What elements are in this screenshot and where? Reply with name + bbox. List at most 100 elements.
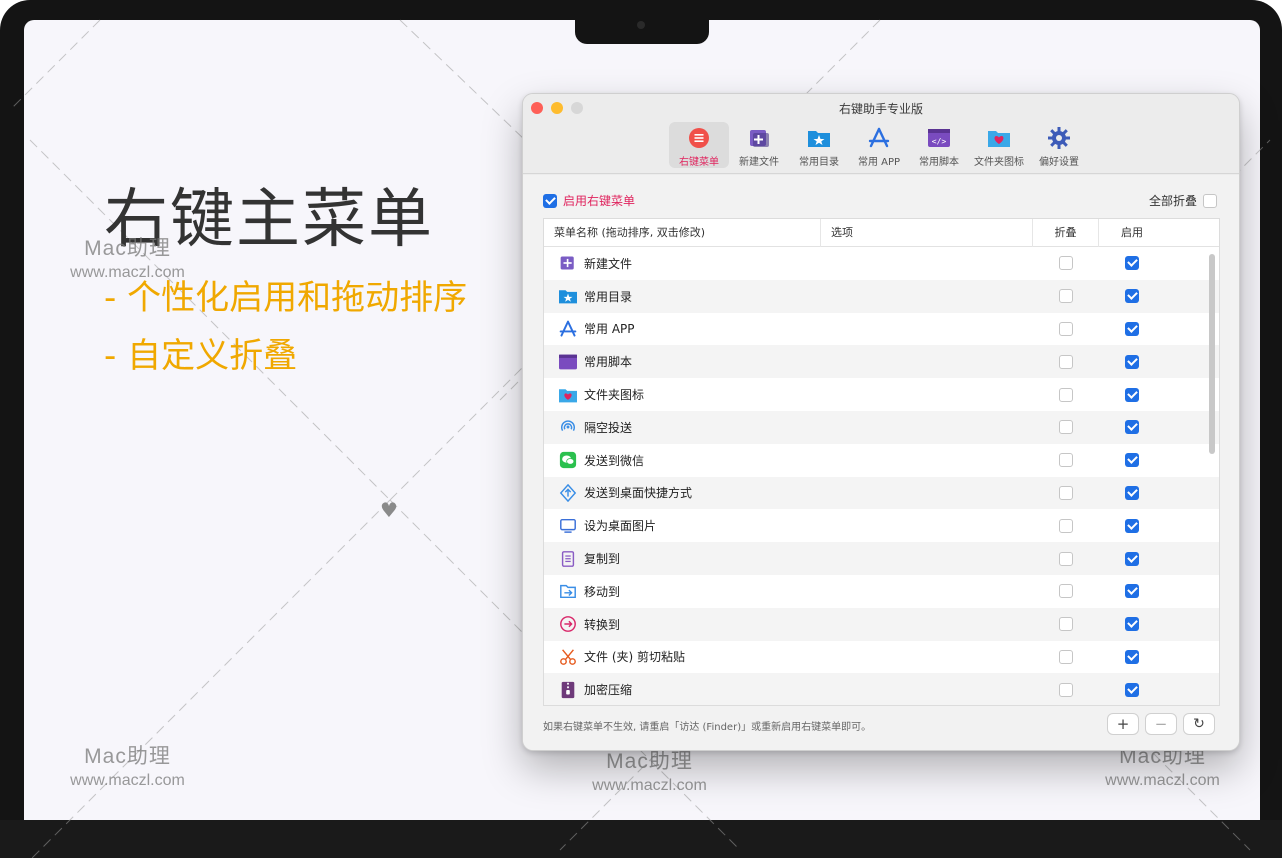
cell-name[interactable]: 复制到 [544,549,1033,569]
enable-menu-toggle[interactable]: 启用右键菜单 [543,192,635,209]
cell-name[interactable]: 常用 APP [544,319,1033,339]
column-header-name[interactable]: 菜单名称 (拖动排序, 双击修改) [544,219,821,247]
new-file-icon [747,126,771,150]
enable-checkbox[interactable] [1125,617,1139,632]
fold-checkbox[interactable] [1059,518,1073,533]
cell-name[interactable]: 设为桌面图片 [544,516,1033,536]
fold-checkbox[interactable] [1059,649,1073,664]
cell-name[interactable]: 发送到桌面快捷方式 [544,483,1033,503]
app-window: 右键助手专业版 右键菜单 新建文件 常用目录 常用 APP </> 常用脚本 文… [522,93,1240,751]
column-header-enable[interactable]: 启用 [1099,219,1165,247]
cell-enable [1099,649,1165,664]
fold-checkbox[interactable] [1059,321,1073,336]
enable-checkbox[interactable] [1125,256,1139,271]
cell-fold [1033,387,1099,402]
enable-checkbox[interactable] [1125,485,1139,500]
tab-right-click-menu[interactable]: 右键菜单 [669,122,729,168]
cell-enable [1099,485,1165,500]
fold-checkbox[interactable] [1059,256,1073,271]
folder-star-icon [807,126,831,150]
fold-checkbox[interactable] [1059,617,1073,632]
cell-name[interactable]: 常用目录 [544,286,1033,306]
tab-preferences[interactable]: 偏好设置 [1029,122,1089,168]
table-row[interactable]: 常用脚本 [544,345,1219,379]
fold-checkbox[interactable] [1059,289,1073,304]
tab-common-apps[interactable]: 常用 APP [849,122,909,168]
laptop-base [0,820,1282,858]
table-row[interactable]: 移动到 [544,575,1219,608]
fold-checkbox[interactable] [1059,551,1073,566]
app-store-icon [558,319,578,339]
enable-menu-checkbox[interactable] [543,193,557,208]
cell-enable [1099,518,1165,533]
fold-all-label: 全部折叠 [1148,194,1197,208]
cell-name[interactable]: 文件 (夹) 剪切粘贴 [544,647,1033,667]
table-row[interactable]: 新建文件 [544,247,1219,280]
fold-checkbox[interactable] [1059,420,1073,435]
cell-name[interactable]: 隔空投送 [544,417,1033,437]
table-row[interactable]: 加密压缩 [544,673,1219,705]
enable-checkbox[interactable] [1125,289,1139,304]
fold-checkbox[interactable] [1059,485,1073,500]
enable-checkbox[interactable] [1125,518,1139,533]
table-row[interactable]: 发送到微信 [544,444,1219,477]
table-row[interactable]: 常用 APP [544,313,1219,346]
enable-checkbox[interactable] [1125,420,1139,435]
watermark: Mac助理 www.maczl.com [577,745,722,795]
scrollbar[interactable] [1209,254,1215,454]
row-label: 常用 APP [584,322,635,337]
fold-all-toggle[interactable]: 全部折叠 [1149,192,1217,209]
fold-checkbox[interactable] [1059,584,1073,599]
add-button[interactable]: + [1107,713,1139,735]
menu-table: 菜单名称 (拖动排序, 双击修改) 选项 折叠 启用 新建文件常用目录常用 AP… [543,218,1220,706]
fold-all-checkbox[interactable] [1203,193,1217,208]
table-row[interactable]: 文件 (夹) 剪切粘贴 [544,641,1219,674]
cell-name[interactable]: 常用脚本 [544,352,1033,372]
enable-checkbox[interactable] [1125,321,1139,336]
cell-enable [1099,551,1165,566]
cell-name[interactable]: 转换到 [544,614,1033,634]
remove-button[interactable]: − [1145,713,1177,735]
tab-common-folders[interactable]: 常用目录 [789,122,849,168]
script-icon: </> [927,126,951,150]
table-row[interactable]: 发送到桌面快捷方式 [544,476,1219,510]
table-row[interactable]: 设为桌面图片 [544,509,1219,542]
tab-label: 常用目录 [799,157,839,168]
cell-name[interactable]: 移动到 [544,581,1033,601]
enable-checkbox[interactable] [1125,387,1139,402]
zip-icon [558,680,578,700]
cell-name[interactable]: 加密压缩 [544,680,1033,700]
table-row[interactable]: 文件夹图标 [544,378,1219,411]
enable-checkbox[interactable] [1125,682,1139,697]
table-row[interactable]: 复制到 [544,542,1219,575]
tab-new-file[interactable]: 新建文件 [729,122,789,168]
refresh-button[interactable]: ↻ [1183,713,1215,735]
enable-checkbox[interactable] [1125,584,1139,599]
cell-name[interactable]: 发送到微信 [544,450,1033,470]
shortcut-icon [558,483,578,503]
table-row[interactable]: 转换到 [544,607,1219,641]
cell-enable [1099,584,1165,599]
cell-name[interactable]: 文件夹图标 [544,385,1033,405]
tab-label: 右键菜单 [679,157,719,168]
enable-checkbox[interactable] [1125,453,1139,468]
table-row[interactable]: 隔空投送 [544,410,1219,444]
cell-fold [1033,420,1099,435]
scissors-icon [558,647,578,667]
fold-checkbox[interactable] [1059,387,1073,402]
table-row[interactable]: 常用目录 [544,279,1219,313]
toolbar: 右键菜单 新建文件 常用目录 常用 APP </> 常用脚本 文件夹图标 偏好设… [669,122,1089,170]
tab-common-scripts[interactable]: </> 常用脚本 [909,122,969,168]
cell-name[interactable]: 新建文件 [544,253,1033,273]
column-header-fold[interactable]: 折叠 [1033,219,1099,247]
enable-checkbox[interactable] [1125,551,1139,566]
enable-checkbox[interactable] [1125,354,1139,369]
fold-checkbox[interactable] [1059,354,1073,369]
fold-checkbox[interactable] [1059,453,1073,468]
enable-checkbox[interactable] [1125,649,1139,664]
cell-fold [1033,354,1099,369]
camera-notch [575,14,709,44]
fold-checkbox[interactable] [1059,682,1073,697]
tab-folder-icons[interactable]: 文件夹图标 [969,122,1029,168]
column-header-option[interactable]: 选项 [821,219,1033,247]
